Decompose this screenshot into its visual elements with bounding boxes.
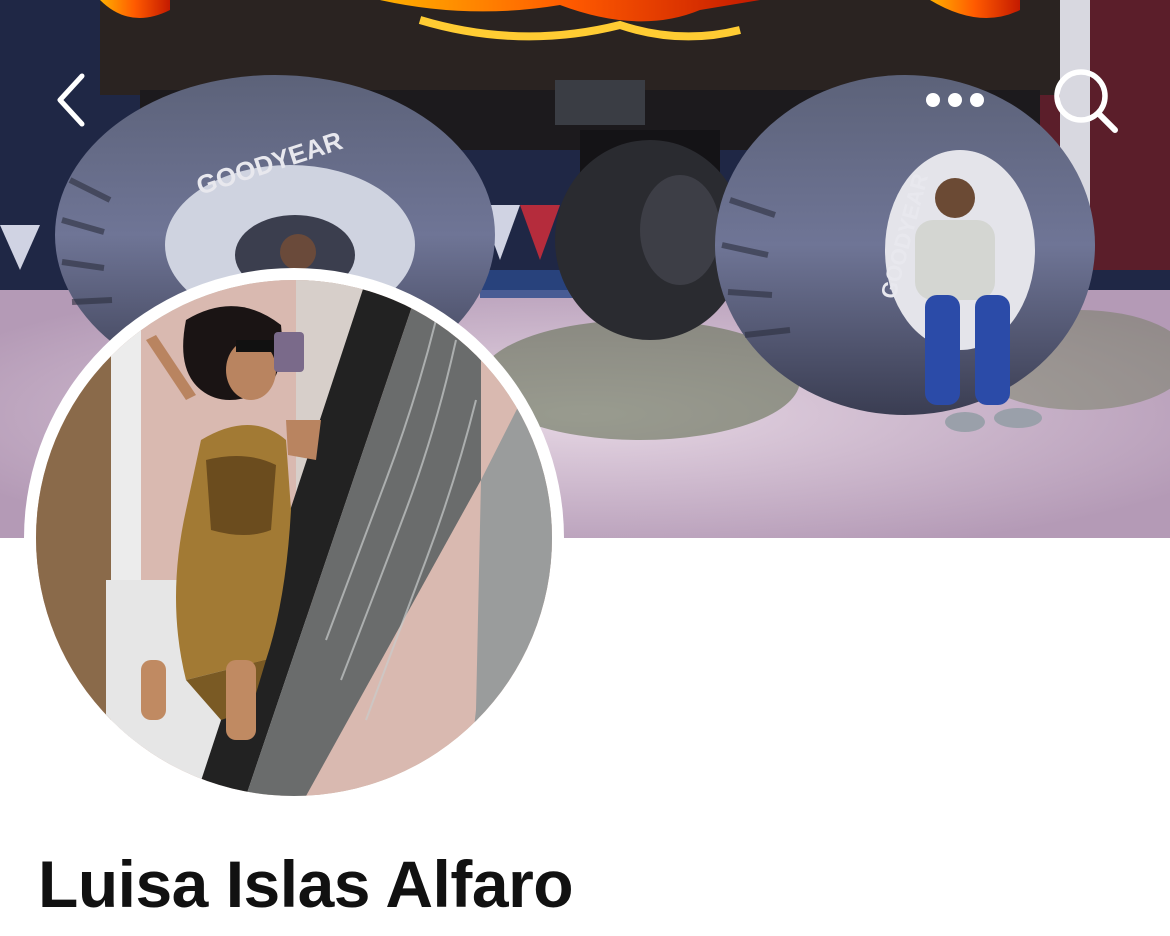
profile-name: Luisa Islas Alfaro — [38, 847, 574, 921]
chevron-left-icon — [57, 73, 85, 127]
more-options-button[interactable] — [916, 78, 994, 122]
profile-picture[interactable] — [36, 280, 552, 796]
search-icon — [1054, 69, 1118, 133]
back-button[interactable] — [40, 66, 104, 134]
search-button[interactable] — [1046, 64, 1126, 138]
profile-picture-image — [36, 280, 552, 796]
ellipsis-icon — [926, 93, 984, 107]
